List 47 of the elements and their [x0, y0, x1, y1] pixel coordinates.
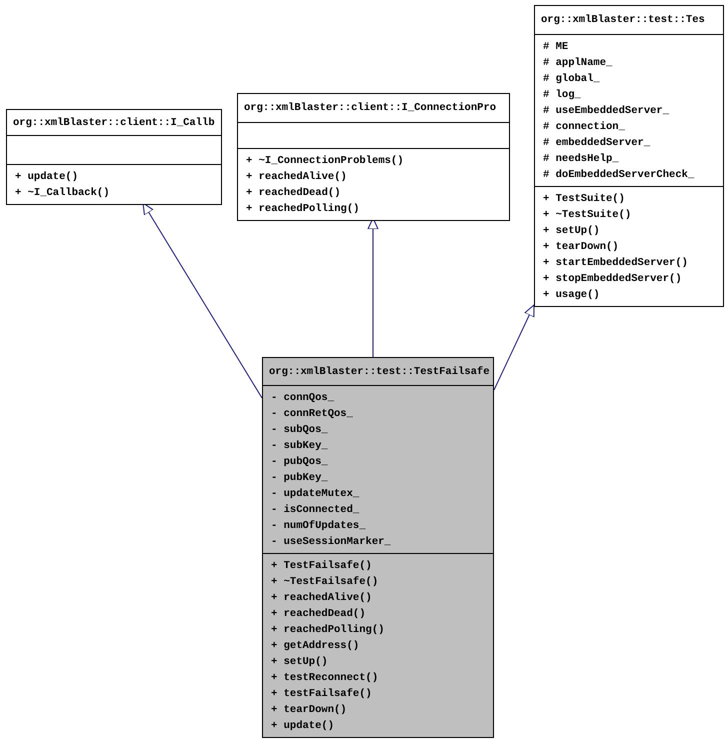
method-text: + reachedAlive() [246, 170, 348, 185]
method-text: + setUp() [271, 655, 329, 670]
attribute-text: - numOfUpdates_ [271, 519, 367, 534]
method-text: + ~TestFailsafe() [271, 575, 380, 590]
method-text: + ~I_ConnectionProblems() [246, 154, 405, 169]
attribute-text: - connQos_ [271, 391, 336, 406]
attribute-text: - pubQos_ [271, 455, 329, 470]
attribute-text: - subKey_ [271, 439, 329, 454]
method-text: + stopEmbeddedServer() [543, 272, 683, 287]
attribute-text: - useSessionMarker_ [271, 535, 392, 550]
attribute-text: - subQos_ [271, 423, 329, 438]
attribute-text: # embeddedServer_ [543, 136, 652, 151]
class-title: org::xmlBlaster::client::I_ConnectionPro [244, 101, 496, 116]
attribute-text: - isConnected_ [271, 503, 360, 518]
method-text: + reachedDead() [271, 607, 367, 622]
attribute-text: # doEmbeddedServerCheck_ [543, 168, 696, 183]
attribute-text: # needsHelp_ [543, 152, 620, 167]
attribute-text: - connRetQos_ [271, 407, 354, 422]
attribute-text: # applName_ [543, 56, 614, 71]
attribute-text: - updateMutex_ [271, 487, 360, 502]
attribute-text: # connection_ [543, 120, 626, 135]
method-text: + usage() [543, 288, 601, 303]
method-text: + reachedPolling() [246, 202, 360, 217]
method-text: + reachedDead() [246, 186, 342, 201]
method-text: + startEmbeddedServer() [543, 256, 689, 271]
attribute-text: - pubKey_ [271, 471, 329, 486]
method-text: + getAddress() [271, 639, 360, 654]
class-title: org::xmlBlaster::client::I_Callb [13, 116, 215, 130]
attribute-text: # global_ [543, 72, 601, 87]
class-title: org::xmlBlaster::test::TestFailsafe [269, 364, 490, 380]
method-text: + ~TestSuite() [543, 208, 632, 223]
method-text: + reachedAlive() [271, 591, 373, 606]
method-text: + TestFailsafe() [271, 559, 373, 574]
method-text: + tearDown() [543, 240, 620, 255]
method-text: + setUp() [543, 224, 601, 239]
attribute-text: # useEmbeddedServer_ [543, 104, 670, 119]
attribute-text: # ME [543, 40, 570, 55]
method-text: + tearDown() [271, 703, 348, 718]
method-text: + reachedPolling() [271, 623, 386, 638]
method-text: + testReconnect() [271, 671, 380, 686]
class-title: org::xmlBlaster::test::Tes [541, 13, 705, 28]
attribute-text: # log_ [543, 88, 582, 103]
method-text: + TestSuite() [543, 192, 626, 207]
method-text: + testFailsafe() [271, 687, 373, 702]
method-text: + update() [15, 170, 80, 185]
method-text: + update() [271, 719, 336, 734]
method-text: + ~I_Callback() [15, 186, 111, 201]
